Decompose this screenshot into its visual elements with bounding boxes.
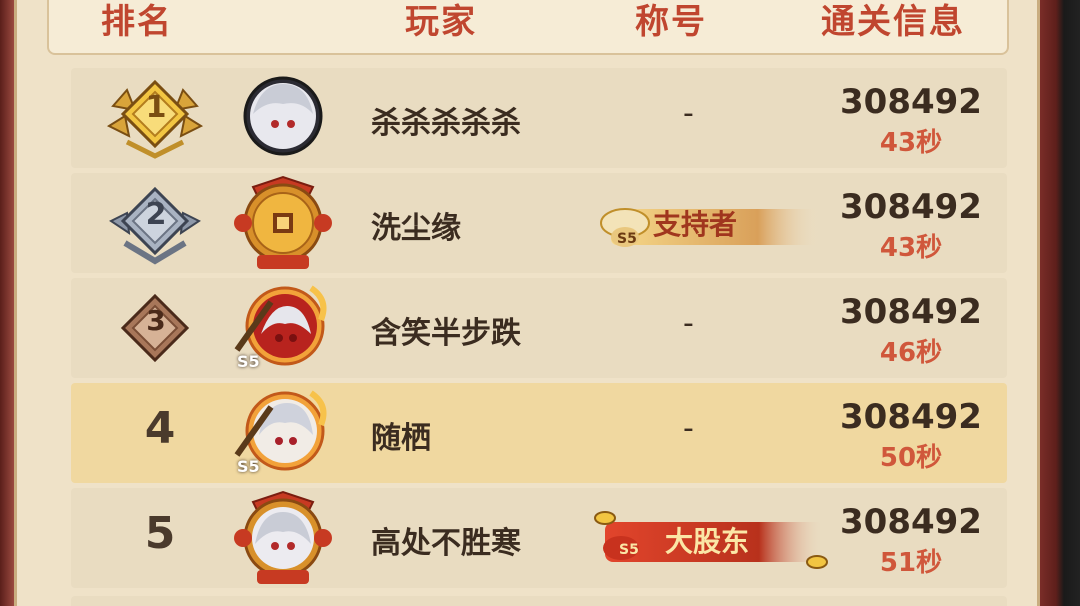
- clear-time: 51秒: [879, 548, 943, 578]
- table-header: 排名 玩家 称号 通关信息: [47, 0, 1009, 55]
- title-badge-shareholder: 大股东 S5: [591, 506, 831, 572]
- leaderboard-panel: 排名 玩家 称号 通关信息 1 杀杀杀杀杀 - 308492 43秒 2 洗尘缘…: [14, 0, 1040, 606]
- header-clear-info: 通关信息: [821, 2, 965, 42]
- player-name: 高处不胜寒: [371, 526, 521, 561]
- wealth-god-frame-avatar-icon[interactable]: [231, 490, 335, 586]
- badge-season: S5: [617, 231, 637, 247]
- title-empty: -: [683, 411, 694, 446]
- title-badge-text: 支持者: [653, 208, 738, 241]
- badge-season: S5: [619, 542, 639, 558]
- title-empty: -: [683, 96, 694, 131]
- rank-number: 4: [144, 403, 176, 454]
- title-badge-text: 大股东: [665, 525, 750, 558]
- ranking-row[interactable]: 5 高处不胜寒 大股东 S5 308492 51秒: [71, 488, 1007, 588]
- clear-score: 308492: [840, 502, 982, 542]
- clear-score: 308492: [840, 292, 982, 332]
- clear-time: 43秒: [879, 128, 943, 158]
- clear-score: 308492: [840, 397, 982, 437]
- ranking-row[interactable]: 1 杀杀杀杀杀 - 308492 43秒: [71, 68, 1007, 168]
- avatar-season: S5: [237, 457, 260, 476]
- ranking-row-self[interactable]: 4 S5 随栖 - 308492 50秒: [71, 383, 1007, 483]
- right-frame: [1040, 0, 1080, 606]
- clear-time: 43秒: [879, 233, 943, 263]
- red-hood-avatar-icon[interactable]: S5: [231, 280, 335, 376]
- rank-number: 1: [145, 90, 167, 125]
- player-name: 含笑半步跌: [371, 316, 521, 351]
- title-empty: -: [683, 306, 694, 341]
- ranking-row[interactable]: 3 S5 含笑半步跌 - 308492 46秒: [71, 278, 1007, 378]
- ranking-row-partial: [71, 596, 1007, 606]
- wealth-god-coin-avatar-icon[interactable]: [231, 175, 335, 271]
- avatar-season: S5: [237, 352, 260, 371]
- silver-hair-avatar-icon[interactable]: [231, 70, 335, 166]
- player-name: 随栖: [371, 421, 431, 456]
- flame-frame-avatar-icon[interactable]: S5: [231, 385, 335, 481]
- rank-number: 2: [145, 197, 167, 232]
- title-badge-supporter: 支持者 S5: [591, 191, 821, 257]
- header-rank: 排名: [101, 2, 173, 42]
- player-name: 洗尘缘: [371, 211, 461, 246]
- clear-time: 50秒: [879, 443, 943, 473]
- header-title: 称号: [635, 2, 707, 42]
- clear-score: 308492: [840, 187, 982, 227]
- ranking-row[interactable]: 2 洗尘缘 支持者 S5 308492 43秒: [71, 173, 1007, 273]
- left-frame: [0, 0, 14, 606]
- clear-score: 308492: [840, 82, 982, 122]
- clear-time: 46秒: [879, 338, 943, 368]
- rank-number: 3: [146, 304, 166, 337]
- header-player: 玩家: [405, 2, 477, 42]
- player-name: 杀杀杀杀杀: [371, 106, 521, 141]
- rank-number: 5: [144, 508, 176, 559]
